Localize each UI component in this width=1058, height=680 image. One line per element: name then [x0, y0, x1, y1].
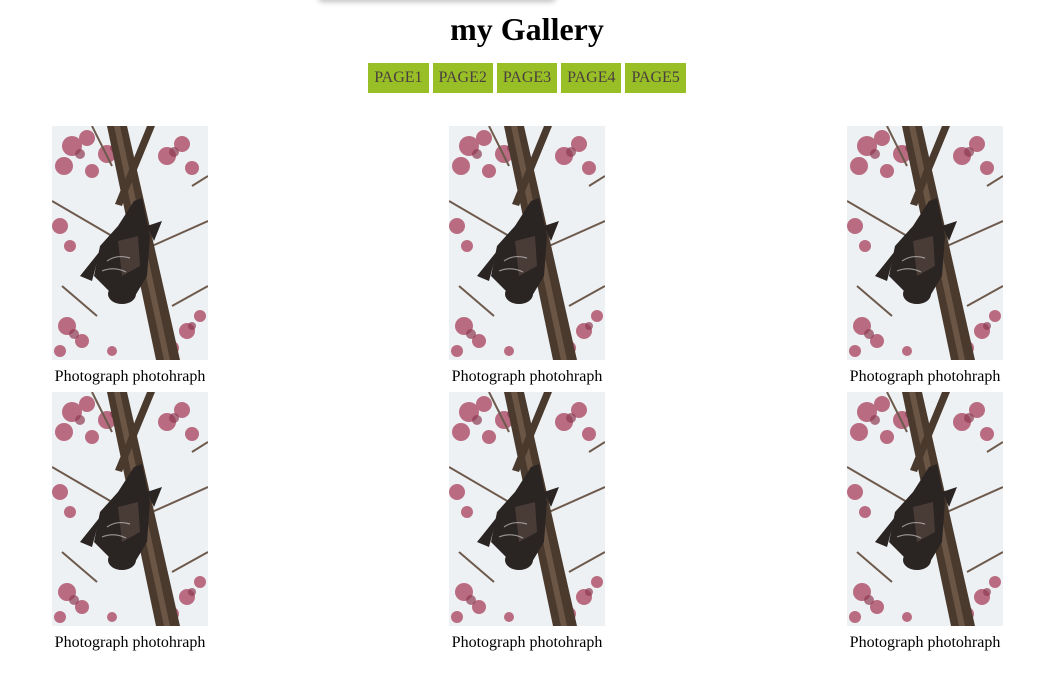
bat-photo[interactable]: [847, 392, 1003, 626]
gallery-page: my Gallery PAGE1 PAGE2 PAGE3 PAGE4 PAGE5…: [0, 0, 1058, 680]
photo-caption: Photograph photohraph: [849, 368, 1001, 385]
bat-photo[interactable]: [52, 126, 208, 360]
bat-photo[interactable]: [449, 126, 605, 360]
nav-link-page4[interactable]: PAGE4: [561, 63, 622, 93]
nav-link-page1[interactable]: PAGE1: [368, 63, 429, 93]
bat-photo[interactable]: [449, 392, 605, 626]
page-nav: PAGE1 PAGE2 PAGE3 PAGE4 PAGE5: [0, 63, 1054, 93]
nav-link-page5[interactable]: PAGE5: [625, 63, 686, 93]
photo-caption: Photograph photohraph: [451, 634, 603, 651]
nav-link-label: PAGE3: [502, 69, 552, 86]
bat-photo[interactable]: [52, 392, 208, 626]
gallery-item: Photograph photohraph: [50, 392, 210, 653]
nav-link-label: PAGE2: [438, 69, 487, 86]
photo-caption: Photograph photohraph: [849, 634, 1001, 651]
photo-caption: Photograph photohraph: [54, 634, 206, 651]
page-title: my Gallery: [450, 11, 604, 47]
nav-link-label: PAGE5: [631, 69, 680, 86]
gallery-item: Photograph photohraph: [845, 126, 1005, 387]
bat-photo[interactable]: [847, 126, 1003, 360]
nav-link-page2[interactable]: PAGE2: [432, 63, 493, 93]
photo-caption: Photograph photohraph: [451, 368, 603, 385]
gallery-item: Photograph photohraph: [845, 392, 1005, 653]
gallery-item: Photograph photohraph: [50, 126, 210, 387]
gallery-item: Photograph photohraph: [447, 392, 607, 653]
photo-caption: Photograph photohraph: [54, 368, 206, 385]
gallery-item: Photograph photohraph: [447, 126, 607, 387]
nav-link-label: PAGE1: [374, 69, 423, 86]
nav-link-label: PAGE4: [567, 69, 616, 86]
nav-link-page3[interactable]: PAGE3: [496, 63, 558, 93]
